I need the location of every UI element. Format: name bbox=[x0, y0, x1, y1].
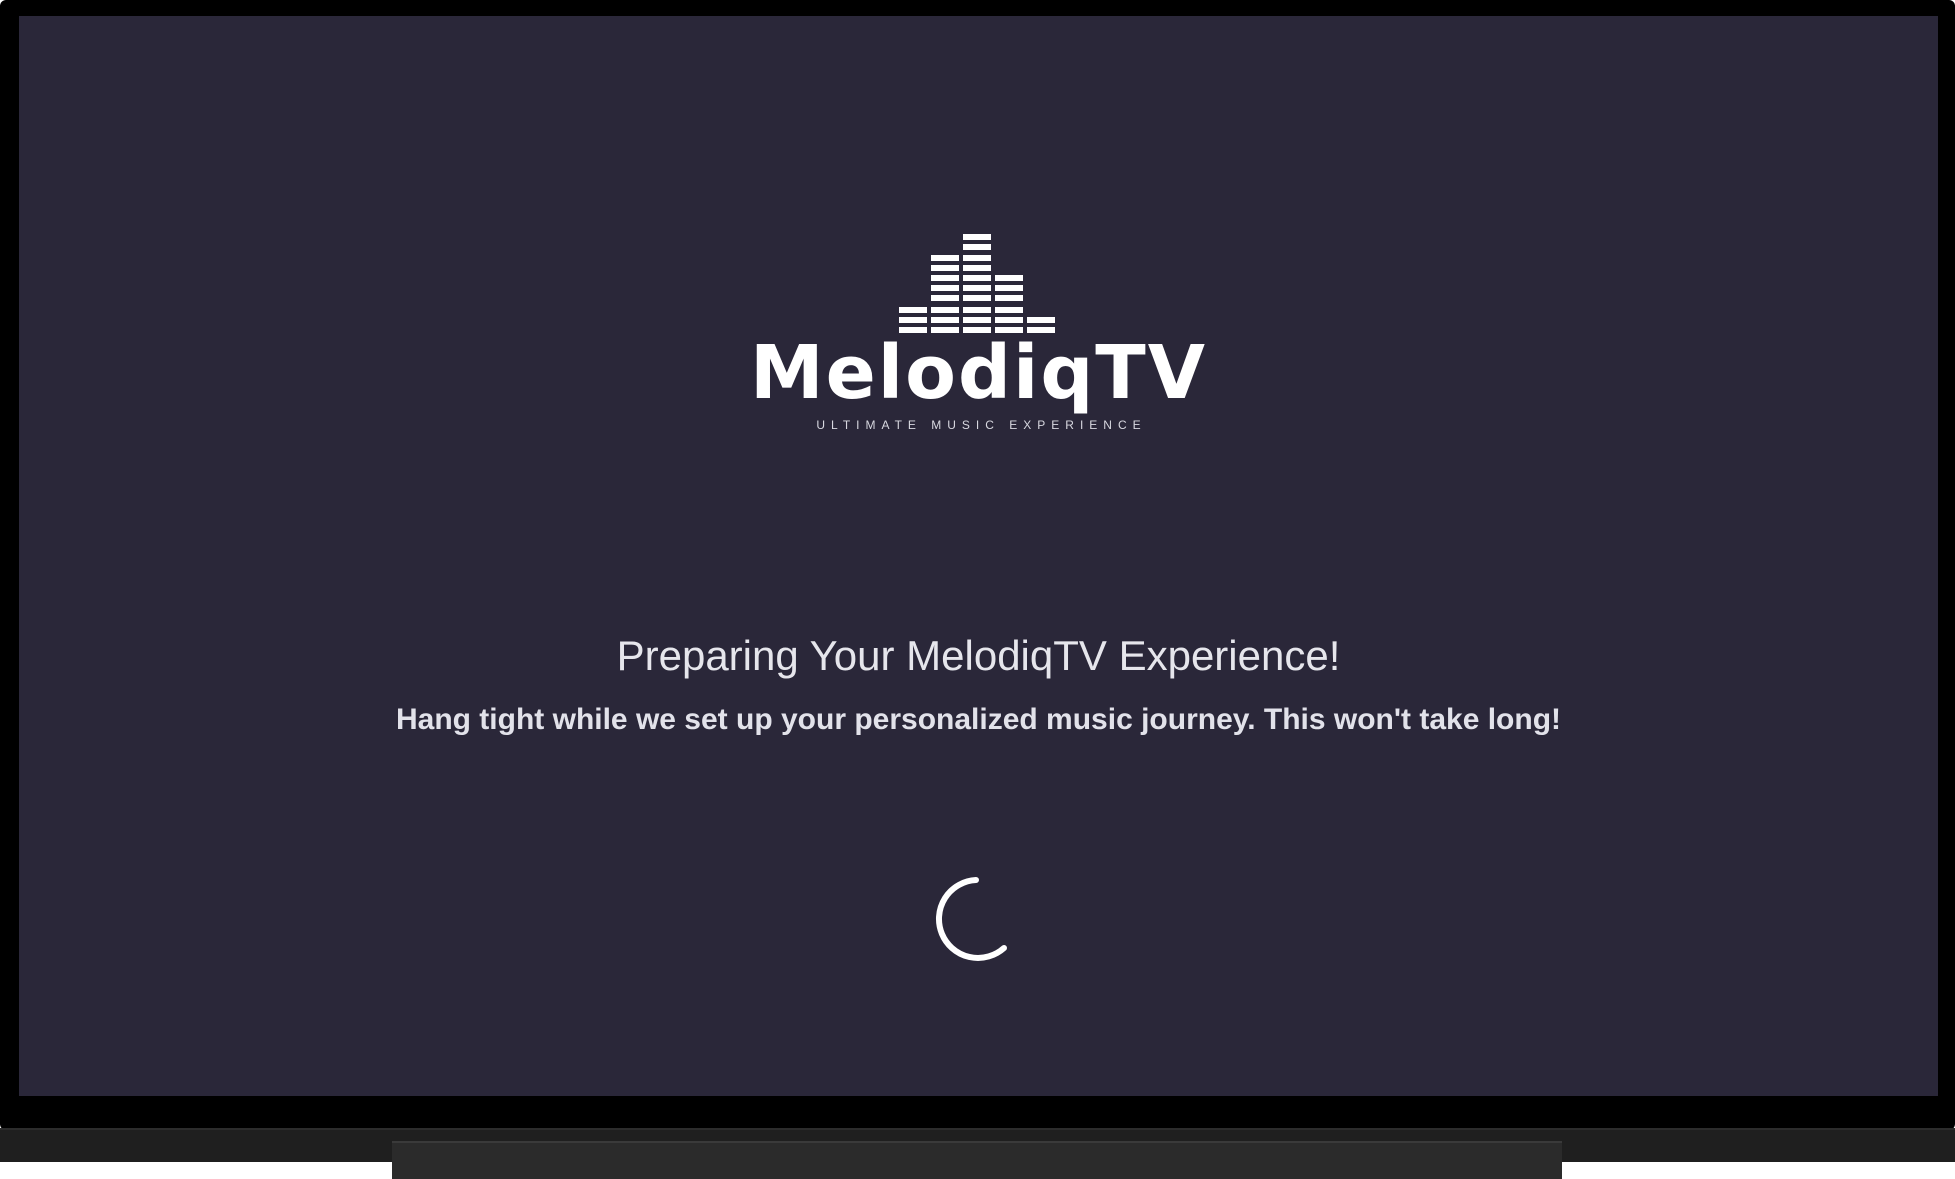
loading-spinner-icon bbox=[936, 877, 1007, 961]
loading-title: Preparing Your MelodiqTV Experience! bbox=[616, 632, 1341, 679]
tv-stand bbox=[392, 1141, 1562, 1179]
equalizer-bars-icon bbox=[899, 234, 1055, 333]
app-tagline: ULTIMATE MUSIC EXPERIENCE bbox=[816, 418, 1147, 432]
loading-message: Hang tight while we set up your personal… bbox=[395, 703, 1562, 736]
tv-device: MelodiqTV ULTIMATE MUSIC EXPERIENCE Prep… bbox=[0, 0, 1955, 1179]
tv-bezel: MelodiqTV ULTIMATE MUSIC EXPERIENCE Prep… bbox=[0, 0, 1955, 1130]
app-logo-wordmark: MelodiqTV bbox=[749, 330, 1208, 416]
tv-screen: MelodiqTV ULTIMATE MUSIC EXPERIENCE Prep… bbox=[19, 16, 1938, 1096]
